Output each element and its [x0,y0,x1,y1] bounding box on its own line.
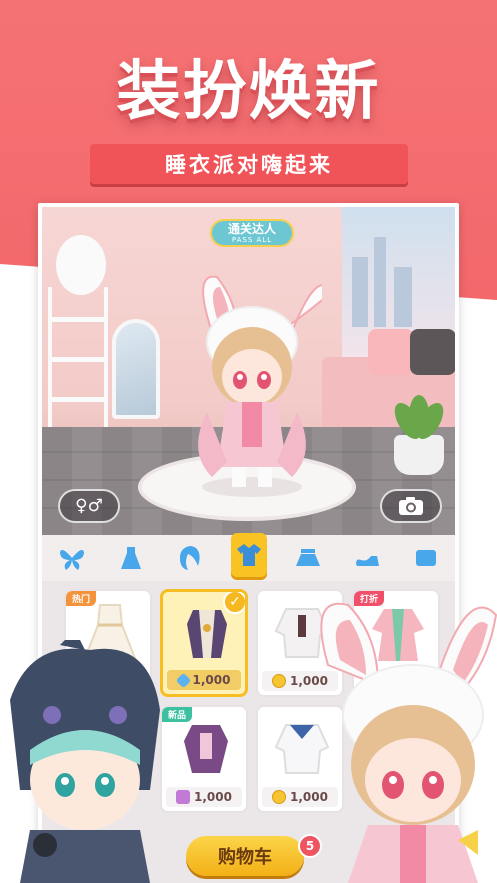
category-wings[interactable] [54,540,90,576]
bedroom-scene: 通关达人 PASS ALL ♀♂ [42,207,455,535]
cart-label: 购物车 [218,847,272,868]
category-accessory[interactable] [408,540,444,576]
avatar-character[interactable] [182,262,322,502]
shoe-icon [355,556,379,566]
item-card[interactable]: 新品 1,000 [160,705,248,813]
category-hair[interactable] [172,540,208,576]
category-skirt[interactable] [290,540,326,576]
skirt-icon [295,549,320,566]
gender-switch-button[interactable]: ♀♂ [58,489,120,523]
shelf [48,287,108,437]
hot-tag: 热门 [66,591,97,606]
gem-icon [175,672,191,688]
shopping-cart-button[interactable]: 购物车 [186,836,304,876]
headline: 装扮焕新 [116,55,381,129]
shirt-icon [236,544,261,566]
price-tag: 1,000 [166,787,242,807]
cart-count-badge: 5 [298,834,322,858]
camera-button[interactable] [380,489,442,523]
price-tag: 1,000 [167,670,241,690]
coupon-icon [176,790,191,804]
price-value: 1,000 [194,790,232,804]
badge-title: 通关达人 [227,221,276,236]
ribbon-banner: 睡衣派对嗨起来 [90,144,408,184]
price-value: 1,000 [192,673,231,687]
gender-icon: ♀♂ [75,496,103,516]
outfit-thumbnail [184,725,228,773]
wings-icon [59,550,84,570]
item-card-selected[interactable]: 1,000 ✓ [160,589,248,697]
category-dress[interactable] [113,540,149,576]
dress-icon [120,547,141,569]
check-icon: ✓ [223,592,245,614]
ribbon-text: 睡衣派对嗨起来 [165,153,333,177]
category-shoes[interactable] [349,540,385,576]
accessory-icon [415,550,436,566]
gold-coin-icon [272,674,287,688]
bunny-hood-character [320,602,497,883]
category-tops[interactable] [230,533,267,577]
rabbit-plush [56,235,106,295]
badge-subtitle: PASS ALL [231,235,273,244]
gold-coin-icon [272,790,287,804]
shark-hood-character [10,640,160,883]
hair-icon [179,546,200,570]
plant-pot [389,395,449,475]
mirror [112,319,160,419]
achievement-badge[interactable]: 通关达人 PASS ALL [210,219,294,247]
camera-icon [399,497,423,515]
